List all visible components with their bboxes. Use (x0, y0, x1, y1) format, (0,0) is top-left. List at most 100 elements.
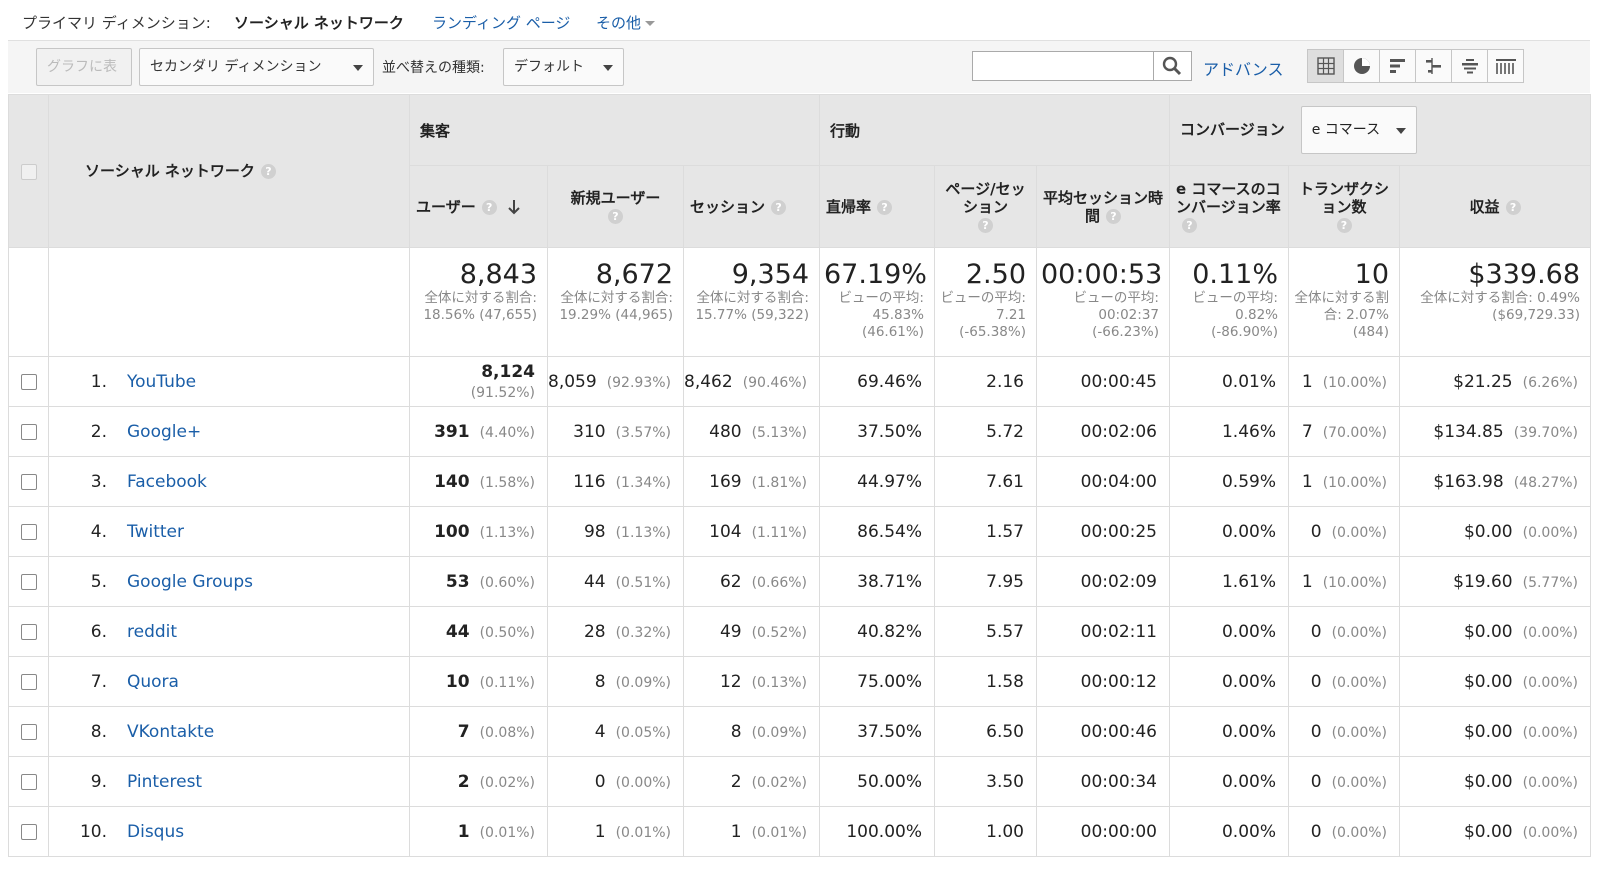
row-dimension-link[interactable]: Disqus (127, 822, 184, 842)
row-checkbox[interactable] (20, 623, 37, 640)
row-users: 10 (0.11%) (409, 656, 548, 707)
row-avg-duration: 00:00:00 (1036, 806, 1170, 857)
row-users-percent: (0.01%) (479, 824, 535, 841)
row-transactions-percent: (0.00%) (1331, 624, 1387, 641)
row-sessions-value: 1 (730, 821, 742, 842)
help-icon[interactable]: ? (1106, 208, 1121, 224)
table-row: 5. Google Groups 53 (0.60%) 44 (0.51%) 62 (0.66… (8, 556, 1592, 607)
row-revenue-value: $0.00 (1463, 671, 1513, 692)
row-pages-per-session: 5.72 (934, 406, 1037, 457)
total-pages-value: 2.50 (965, 259, 1026, 290)
row-index: 4. (90, 521, 107, 542)
row-checkbox[interactable] (20, 773, 37, 790)
total-bounce-rate: 67.19% ビューの平均: 45.83% (46.61%) (819, 247, 935, 357)
row-revenue: $0.00 (0.00%) (1398, 706, 1592, 757)
table-view-button[interactable] (1307, 49, 1344, 83)
help-icon[interactable]: ? (608, 208, 623, 224)
pages-per-session-column-header[interactable]: ページ/セッション? (934, 165, 1037, 248)
plot-rows-button[interactable]: グラフに表示 (36, 48, 132, 111)
dimension-link-other-label: その他 (596, 14, 642, 32)
row-dimension-cell: 3. Facebook (48, 456, 410, 507)
ecommerce-conversion-rate-column-header[interactable]: e コマースのコンバージョン率? (1169, 165, 1289, 248)
table-row: 2. Google+ 391 (4.40%) 310 (3.57%) 480 (5.13%) 3… (8, 406, 1592, 457)
help-icon[interactable]: ? (260, 164, 276, 179)
table-row: 8. VKontakte 7 (0.08%) 4 (0.05%) 8 (0.09%) 37.50… (8, 706, 1592, 757)
row-bounce-rate: 37.50% (819, 406, 935, 457)
row-dimension-link[interactable]: Facebook (127, 472, 207, 492)
view-switcher (1307, 49, 1524, 83)
advanced-filter-link[interactable]: アドバンス (1203, 56, 1283, 80)
row-sessions-percent: (0.02%) (751, 774, 807, 791)
row-bounce-rate: 38.71% (819, 556, 935, 607)
total-pages-note: ビューの平均: 7.21 (-65.38%) (940, 290, 1026, 340)
pie-view-button[interactable] (1343, 49, 1380, 83)
performance-view-button[interactable] (1379, 49, 1416, 83)
row-pages-per-session: 1.58 (934, 656, 1037, 707)
row-users-percent: (0.50%) (479, 624, 535, 641)
transactions-column-header[interactable]: トランザクション数? (1288, 165, 1400, 248)
row-checkbox[interactable] (20, 823, 37, 840)
select-all-checkbox[interactable] (20, 164, 37, 180)
sort-type-dropdown[interactable]: デフォルト (503, 48, 624, 86)
new-users-column-header[interactable]: 新規ユーザー? (547, 165, 684, 248)
row-dimension-link[interactable]: Google Groups (127, 572, 253, 592)
secondary-dimension-dropdown[interactable]: セカンダリ ディメンション (139, 48, 374, 86)
row-dimension-link[interactable]: Pinterest (127, 772, 202, 792)
total-revenue-value: $339.68 (1468, 259, 1581, 290)
help-icon[interactable]: ? (1336, 217, 1352, 233)
help-icon[interactable]: ? (978, 217, 993, 233)
row-sessions: 1 (0.01%) (683, 806, 820, 857)
row-checkbox[interactable] (20, 673, 37, 690)
row-dimension-link[interactable]: Twitter (127, 522, 184, 542)
row-select-cell (8, 406, 49, 457)
row-checkbox[interactable] (20, 573, 37, 590)
table-row: 6. reddit 44 (0.50%) 28 (0.32%) 49 (0.52%) 40.82… (8, 606, 1592, 657)
comparison-view-button[interactable] (1415, 49, 1452, 83)
help-icon[interactable]: ? (1505, 199, 1521, 215)
conversion-type-dropdown[interactable]: e コマース (1300, 106, 1417, 154)
row-sessions-value: 62 (719, 571, 742, 592)
row-dimension-link[interactable]: VKontakte (127, 722, 214, 742)
avg-session-duration-column-header[interactable]: 平均セッション時間? (1036, 165, 1170, 248)
row-users-value: 10 (445, 671, 470, 692)
revenue-column-header[interactable]: 収益? (1398, 165, 1592, 248)
help-icon[interactable]: ? (877, 199, 893, 215)
row-dimension-link[interactable]: reddit (127, 622, 177, 642)
search-button[interactable] (1154, 51, 1192, 81)
help-icon[interactable]: ? (481, 199, 497, 215)
row-sessions-value: 480 (709, 421, 742, 442)
help-icon[interactable]: ? (1182, 217, 1197, 233)
row-dimension-link[interactable]: Quora (127, 672, 179, 692)
row-checkbox[interactable] (20, 373, 37, 390)
transactions-column-label: トランザクション数 (1298, 179, 1389, 216)
row-checkbox[interactable] (20, 523, 37, 540)
row-ecommerce-rate: 0.00% (1169, 706, 1289, 757)
row-sessions-percent: (0.66%) (751, 574, 807, 591)
term-cloud-view-button[interactable] (1451, 49, 1488, 83)
row-dimension-link[interactable]: Google+ (127, 422, 201, 442)
row-ecommerce-rate: 0.00% (1169, 656, 1289, 707)
row-checkbox[interactable] (20, 473, 37, 490)
total-transactions: 10 全体に対する割合: 2.07% (484) (1288, 247, 1400, 357)
pivot-view-button[interactable] (1487, 49, 1524, 83)
secondary-dimension-label: セカンダリ ディメンション (150, 59, 322, 75)
users-column-header[interactable]: ユーザー? (409, 165, 548, 248)
row-checkbox[interactable] (20, 423, 37, 440)
table-search-input[interactable] (972, 51, 1154, 81)
row-users-value: 1 (457, 821, 470, 842)
sessions-column-header[interactable]: セッション? (683, 165, 820, 248)
help-icon[interactable]: ? (771, 199, 787, 215)
bounce-rate-column-header[interactable]: 直帰率? (819, 165, 935, 248)
row-revenue-percent: (0.00%) (1522, 824, 1579, 841)
row-dimension-link[interactable]: YouTube (127, 372, 196, 392)
row-revenue-value: $0.00 (1463, 521, 1513, 542)
row-users-percent: (91.52%) (470, 384, 535, 401)
row-checkbox[interactable] (20, 723, 37, 740)
row-transactions-value: 1 (1301, 471, 1313, 492)
dimension-link-other[interactable]: その他 (596, 12, 656, 33)
row-transactions: 1 (10.00%) (1288, 456, 1400, 507)
row-new-users-percent: (0.32%) (615, 624, 671, 641)
row-transactions-value: 0 (1310, 821, 1322, 842)
dimension-link-landing-page[interactable]: ランディング ページ (432, 12, 570, 33)
dimension-column-header[interactable]: ソーシャル ネットワーク? (48, 94, 410, 248)
